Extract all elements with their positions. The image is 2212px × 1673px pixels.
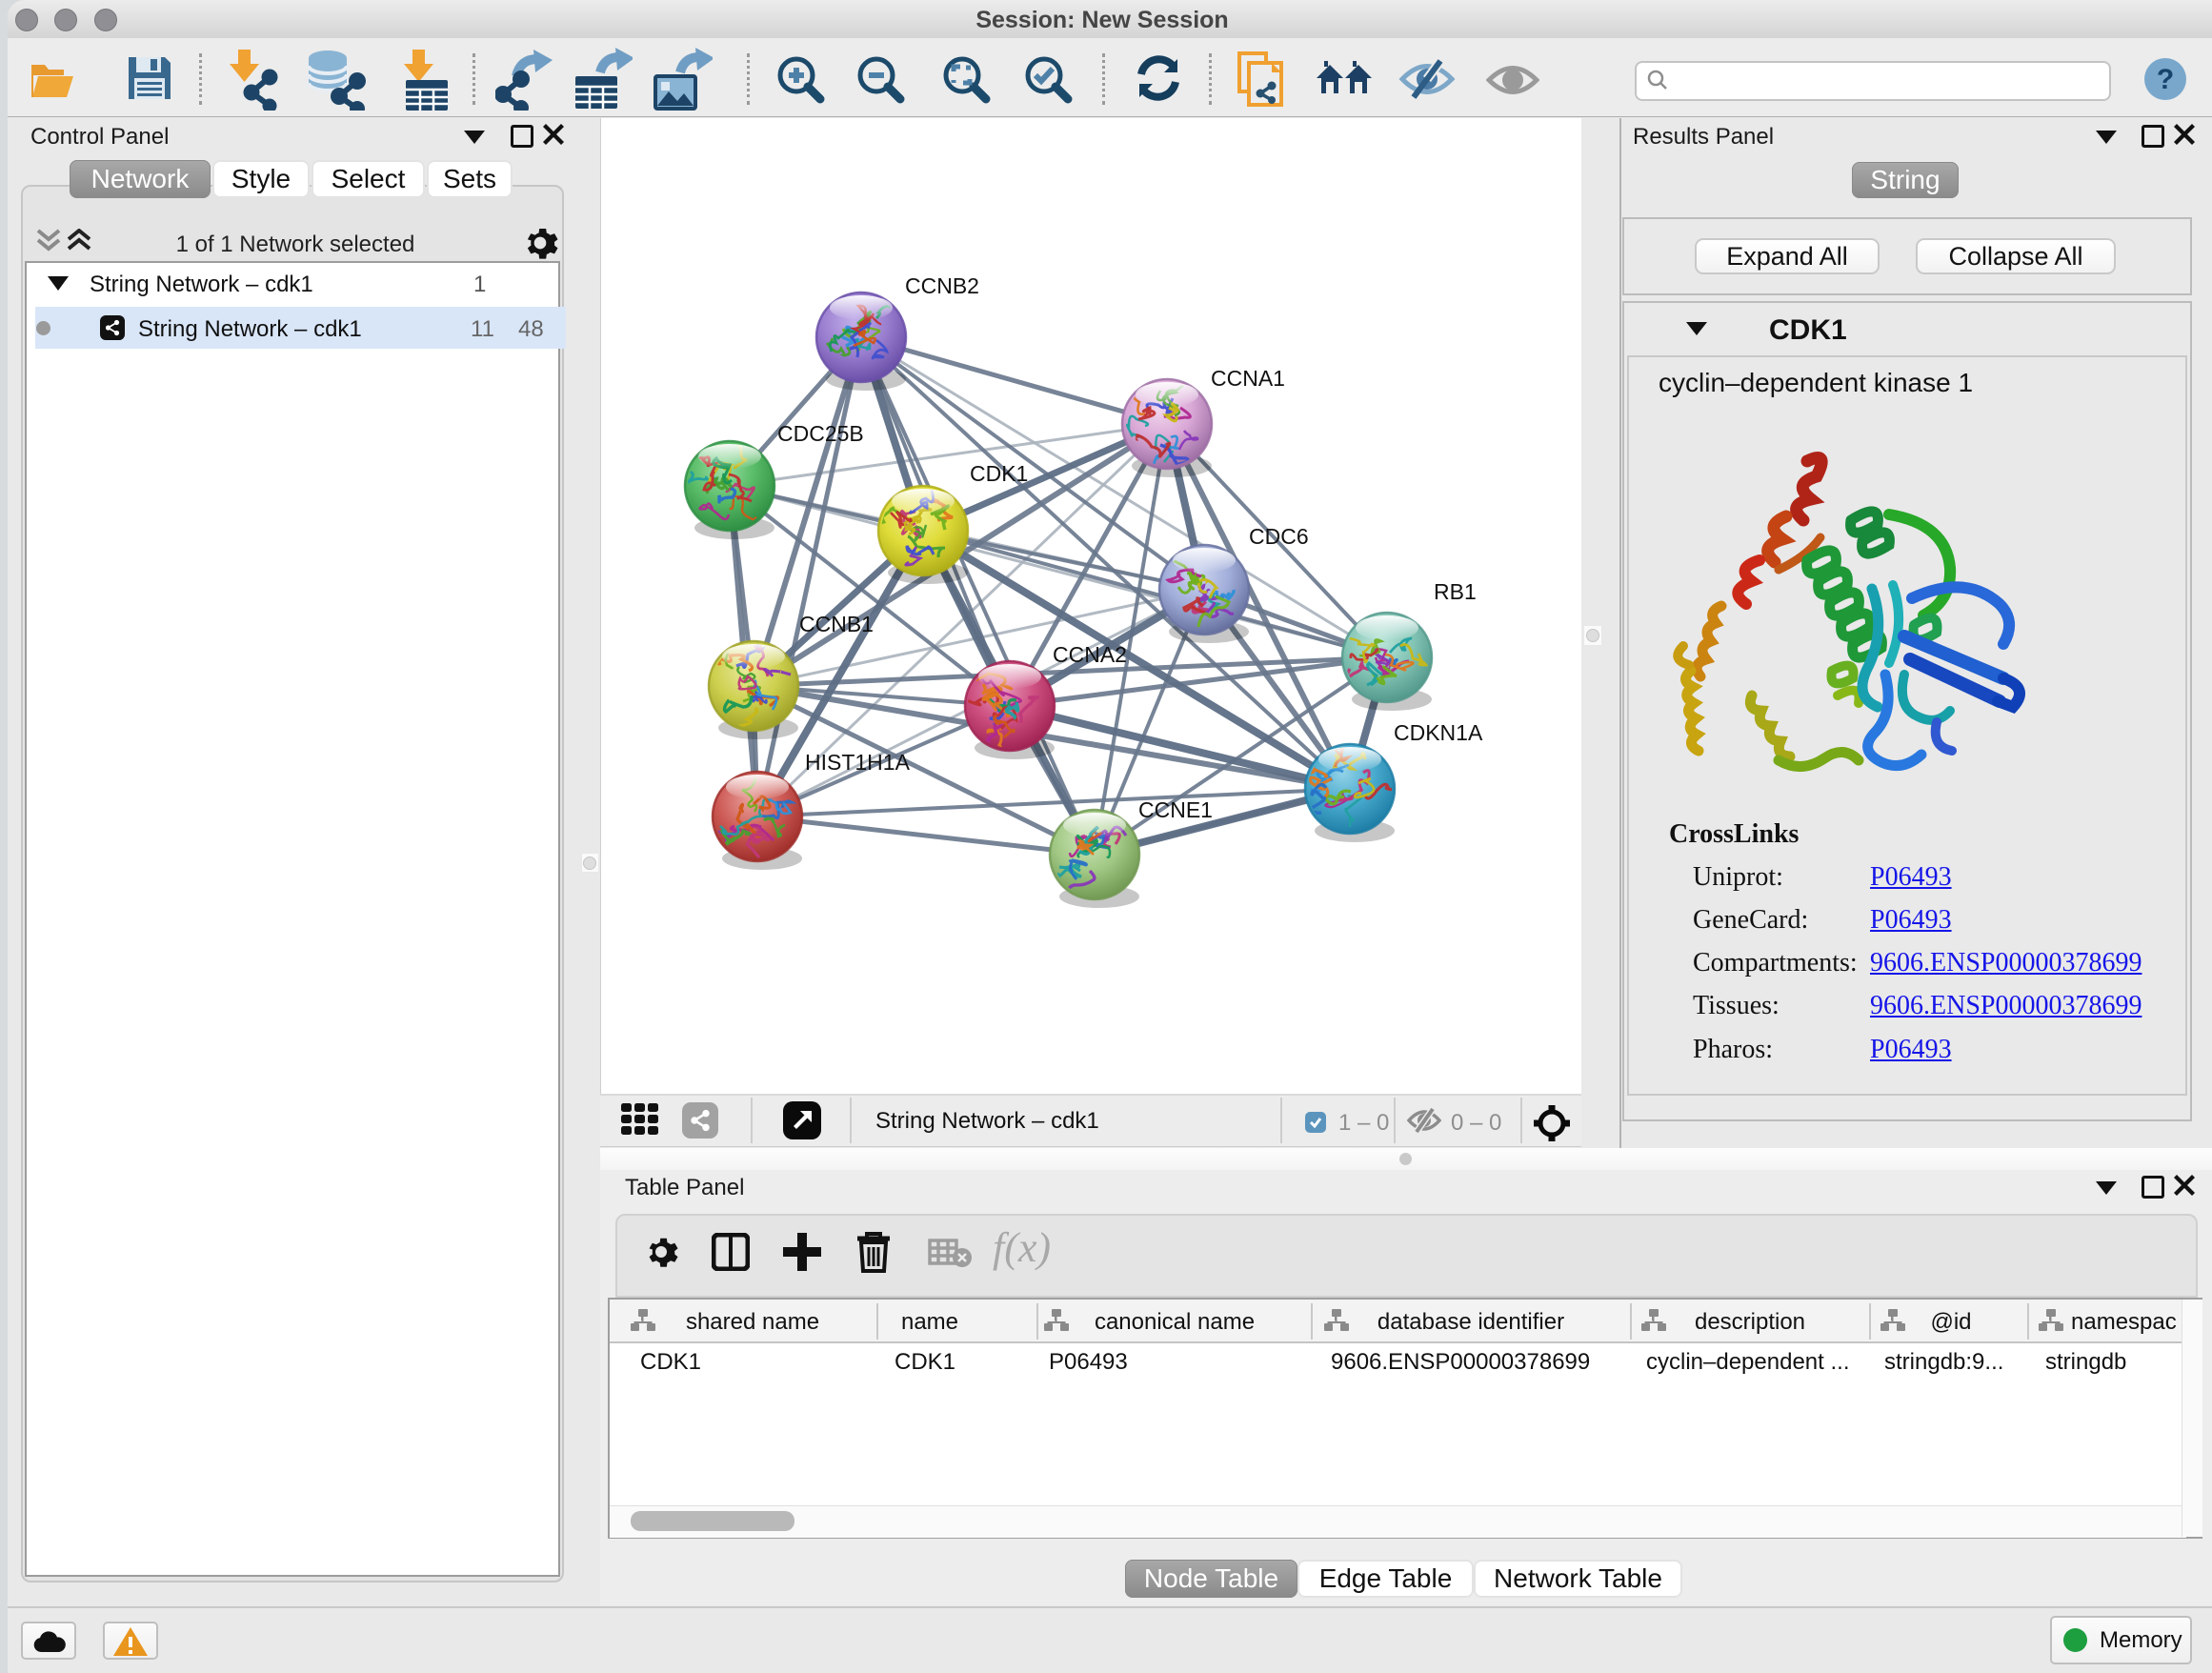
svg-text:CDC25B: CDC25B — [777, 421, 864, 446]
svg-text:CCNB1: CCNB1 — [799, 612, 874, 636]
svg-text:CDKN1A: CDKN1A — [1394, 720, 1483, 745]
svg-text:CDC6: CDC6 — [1249, 524, 1309, 549]
svg-text:CCNE1: CCNE1 — [1138, 797, 1213, 822]
svg-text:CCNA1: CCNA1 — [1211, 366, 1285, 391]
svg-text:RB1: RB1 — [1434, 579, 1477, 604]
svg-text:CDK1: CDK1 — [970, 461, 1028, 486]
svg-text:?: ? — [2157, 64, 2174, 95]
svg-text:CCNA2: CCNA2 — [1053, 642, 1127, 667]
svg-text:HIST1H1A: HIST1H1A — [805, 750, 911, 775]
svg-text:CCNB2: CCNB2 — [905, 273, 979, 298]
